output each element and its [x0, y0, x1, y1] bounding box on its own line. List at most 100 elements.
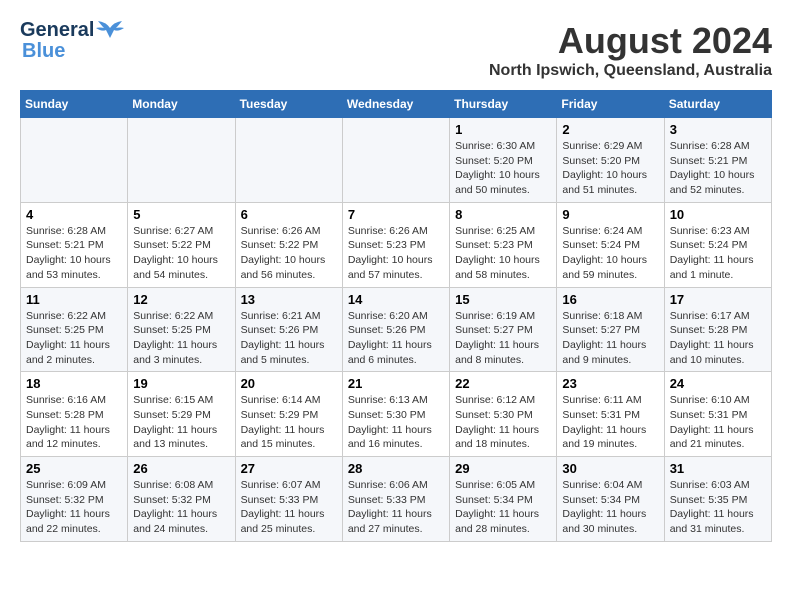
calendar-cell: 24 Sunrise: 6:10 AM Sunset: 5:31 PM Dayli…	[664, 372, 771, 457]
calendar-week-3: 11 Sunrise: 6:22 AM Sunset: 5:25 PM Dayli…	[21, 287, 772, 372]
calendar-table: SundayMondayTuesdayWednesdayThursdayFrid…	[20, 90, 772, 542]
calendar-cell: 13Sunrise: 6:21 AM Sunset: 5:26 PM Dayli…	[235, 287, 342, 372]
calendar-cell: 3 Sunrise: 6:28 AM Sunset: 5:21 PM Daylig…	[664, 118, 771, 203]
calendar-cell: 26Sunrise: 6:08 AM Sunset: 5:32 PM Dayli…	[128, 457, 235, 542]
calendar-week-5: 25Sunrise: 6:09 AM Sunset: 5:32 PM Dayli…	[21, 457, 772, 542]
day-info: Sunrise: 6:24 AM Sunset: 5:24 PM Dayligh…	[562, 224, 658, 283]
main-title: August 2024	[489, 20, 772, 62]
day-header-sunday: Sunday	[21, 91, 128, 118]
day-number: 16	[562, 292, 658, 307]
calendar-cell: 4 Sunrise: 6:28 AM Sunset: 5:21 PM Daylig…	[21, 202, 128, 287]
day-number: 17	[670, 292, 766, 307]
day-number: 6	[241, 207, 337, 222]
calendar-cell: 27 Sunrise: 6:07 AM Sunset: 5:33 PM Dayli…	[235, 457, 342, 542]
day-number: 4	[26, 207, 122, 222]
calendar-cell: 17 Sunrise: 6:17 AM Sunset: 5:28 PM Dayli…	[664, 287, 771, 372]
day-info: Sunrise: 6:19 AM Sunset: 5:27 PM Dayligh…	[455, 309, 551, 368]
day-info: Sunrise: 6:05 AM Sunset: 5:34 PM Dayligh…	[455, 478, 551, 537]
calendar-cell: 2 Sunrise: 6:29 AM Sunset: 5:20 PM Daylig…	[557, 118, 664, 203]
calendar-cell: 12Sunrise: 6:22 AM Sunset: 5:25 PM Dayli…	[128, 287, 235, 372]
day-number: 29	[455, 461, 551, 476]
day-header-tuesday: Tuesday	[235, 91, 342, 118]
calendar-cell: 9 Sunrise: 6:24 AM Sunset: 5:24 PM Daylig…	[557, 202, 664, 287]
calendar-cell: 6Sunrise: 6:26 AM Sunset: 5:22 PM Daylig…	[235, 202, 342, 287]
day-info: Sunrise: 6:13 AM Sunset: 5:30 PM Dayligh…	[348, 393, 444, 452]
day-number: 22	[455, 376, 551, 391]
day-info: Sunrise: 6:21 AM Sunset: 5:26 PM Dayligh…	[241, 309, 337, 368]
calendar-cell: 22 Sunrise: 6:12 AM Sunset: 5:30 PM Dayli…	[450, 372, 557, 457]
day-info: Sunrise: 6:26 AM Sunset: 5:23 PM Dayligh…	[348, 224, 444, 283]
day-number: 31	[670, 461, 766, 476]
calendar-cell: 15 Sunrise: 6:19 AM Sunset: 5:27 PM Dayli…	[450, 287, 557, 372]
calendar-cell: 30 Sunrise: 6:04 AM Sunset: 5:34 PM Dayli…	[557, 457, 664, 542]
day-number: 1	[455, 122, 551, 137]
calendar-cell: 19Sunrise: 6:15 AM Sunset: 5:29 PM Dayli…	[128, 372, 235, 457]
day-number: 11	[26, 292, 122, 307]
calendar-cell: 25Sunrise: 6:09 AM Sunset: 5:32 PM Dayli…	[21, 457, 128, 542]
day-number: 30	[562, 461, 658, 476]
day-number: 27	[241, 461, 337, 476]
day-header-wednesday: Wednesday	[342, 91, 449, 118]
calendar-cell: 21 Sunrise: 6:13 AM Sunset: 5:30 PM Dayli…	[342, 372, 449, 457]
bird-icon	[96, 20, 124, 40]
calendar-cell: 31 Sunrise: 6:03 AM Sunset: 5:35 PM Dayli…	[664, 457, 771, 542]
day-info: Sunrise: 6:20 AM Sunset: 5:26 PM Dayligh…	[348, 309, 444, 368]
day-info: Sunrise: 6:11 AM Sunset: 5:31 PM Dayligh…	[562, 393, 658, 452]
calendar-cell: 8Sunrise: 6:25 AM Sunset: 5:23 PM Daylig…	[450, 202, 557, 287]
day-number: 2	[562, 122, 658, 137]
day-number: 28	[348, 461, 444, 476]
day-info: Sunrise: 6:10 AM Sunset: 5:31 PM Dayligh…	[670, 393, 766, 452]
day-header-monday: Monday	[128, 91, 235, 118]
day-info: Sunrise: 6:14 AM Sunset: 5:29 PM Dayligh…	[241, 393, 337, 452]
day-info: Sunrise: 6:22 AM Sunset: 5:25 PM Dayligh…	[133, 309, 229, 368]
subtitle: North Ipswich, Queensland, Australia	[489, 62, 772, 80]
day-info: Sunrise: 6:12 AM Sunset: 5:30 PM Dayligh…	[455, 393, 551, 452]
day-info: Sunrise: 6:28 AM Sunset: 5:21 PM Dayligh…	[26, 224, 122, 283]
day-info: Sunrise: 6:04 AM Sunset: 5:34 PM Dayligh…	[562, 478, 658, 537]
calendar-cell: 28 Sunrise: 6:06 AM Sunset: 5:33 PM Dayli…	[342, 457, 449, 542]
day-info: Sunrise: 6:30 AM Sunset: 5:20 PM Dayligh…	[455, 139, 551, 198]
calendar-cell	[21, 118, 128, 203]
day-number: 21	[348, 376, 444, 391]
day-info: Sunrise: 6:03 AM Sunset: 5:35 PM Dayligh…	[670, 478, 766, 537]
day-info: Sunrise: 6:07 AM Sunset: 5:33 PM Dayligh…	[241, 478, 337, 537]
day-number: 5	[133, 207, 229, 222]
day-number: 9	[562, 207, 658, 222]
calendar-week-2: 4 Sunrise: 6:28 AM Sunset: 5:21 PM Daylig…	[21, 202, 772, 287]
calendar-cell: 18 Sunrise: 6:16 AM Sunset: 5:28 PM Dayli…	[21, 372, 128, 457]
day-info: Sunrise: 6:28 AM Sunset: 5:21 PM Dayligh…	[670, 139, 766, 198]
day-info: Sunrise: 6:29 AM Sunset: 5:20 PM Dayligh…	[562, 139, 658, 198]
day-info: Sunrise: 6:16 AM Sunset: 5:28 PM Dayligh…	[26, 393, 122, 452]
day-number: 20	[241, 376, 337, 391]
calendar-cell: 16 Sunrise: 6:18 AM Sunset: 5:27 PM Dayli…	[557, 287, 664, 372]
calendar-week-1: 1 Sunrise: 6:30 AM Sunset: 5:20 PM Daylig…	[21, 118, 772, 203]
day-number: 24	[670, 376, 766, 391]
logo: General Blue	[20, 20, 124, 63]
day-number: 18	[26, 376, 122, 391]
day-header-friday: Friday	[557, 91, 664, 118]
calendar-cell: 7 Sunrise: 6:26 AM Sunset: 5:23 PM Daylig…	[342, 202, 449, 287]
day-info: Sunrise: 6:27 AM Sunset: 5:22 PM Dayligh…	[133, 224, 229, 283]
day-number: 19	[133, 376, 229, 391]
day-info: Sunrise: 6:06 AM Sunset: 5:33 PM Dayligh…	[348, 478, 444, 537]
calendar-cell: 1 Sunrise: 6:30 AM Sunset: 5:20 PM Daylig…	[450, 118, 557, 203]
day-number: 15	[455, 292, 551, 307]
day-number: 26	[133, 461, 229, 476]
day-number: 8	[455, 207, 551, 222]
day-number: 7	[348, 207, 444, 222]
day-number: 23	[562, 376, 658, 391]
day-number: 10	[670, 207, 766, 222]
calendar-header-row: SundayMondayTuesdayWednesdayThursdayFrid…	[21, 91, 772, 118]
day-number: 25	[26, 461, 122, 476]
calendar-cell: 29 Sunrise: 6:05 AM Sunset: 5:34 PM Dayli…	[450, 457, 557, 542]
day-info: Sunrise: 6:17 AM Sunset: 5:28 PM Dayligh…	[670, 309, 766, 368]
day-info: Sunrise: 6:23 AM Sunset: 5:24 PM Dayligh…	[670, 224, 766, 283]
day-number: 3	[670, 122, 766, 137]
calendar-week-4: 18 Sunrise: 6:16 AM Sunset: 5:28 PM Dayli…	[21, 372, 772, 457]
page-header: General Blue August 2024 North Ipswich, …	[20, 20, 772, 80]
day-info: Sunrise: 6:18 AM Sunset: 5:27 PM Dayligh…	[562, 309, 658, 368]
day-info: Sunrise: 6:22 AM Sunset: 5:25 PM Dayligh…	[26, 309, 122, 368]
day-header-thursday: Thursday	[450, 91, 557, 118]
calendar-cell: 14Sunrise: 6:20 AM Sunset: 5:26 PM Dayli…	[342, 287, 449, 372]
day-header-saturday: Saturday	[664, 91, 771, 118]
